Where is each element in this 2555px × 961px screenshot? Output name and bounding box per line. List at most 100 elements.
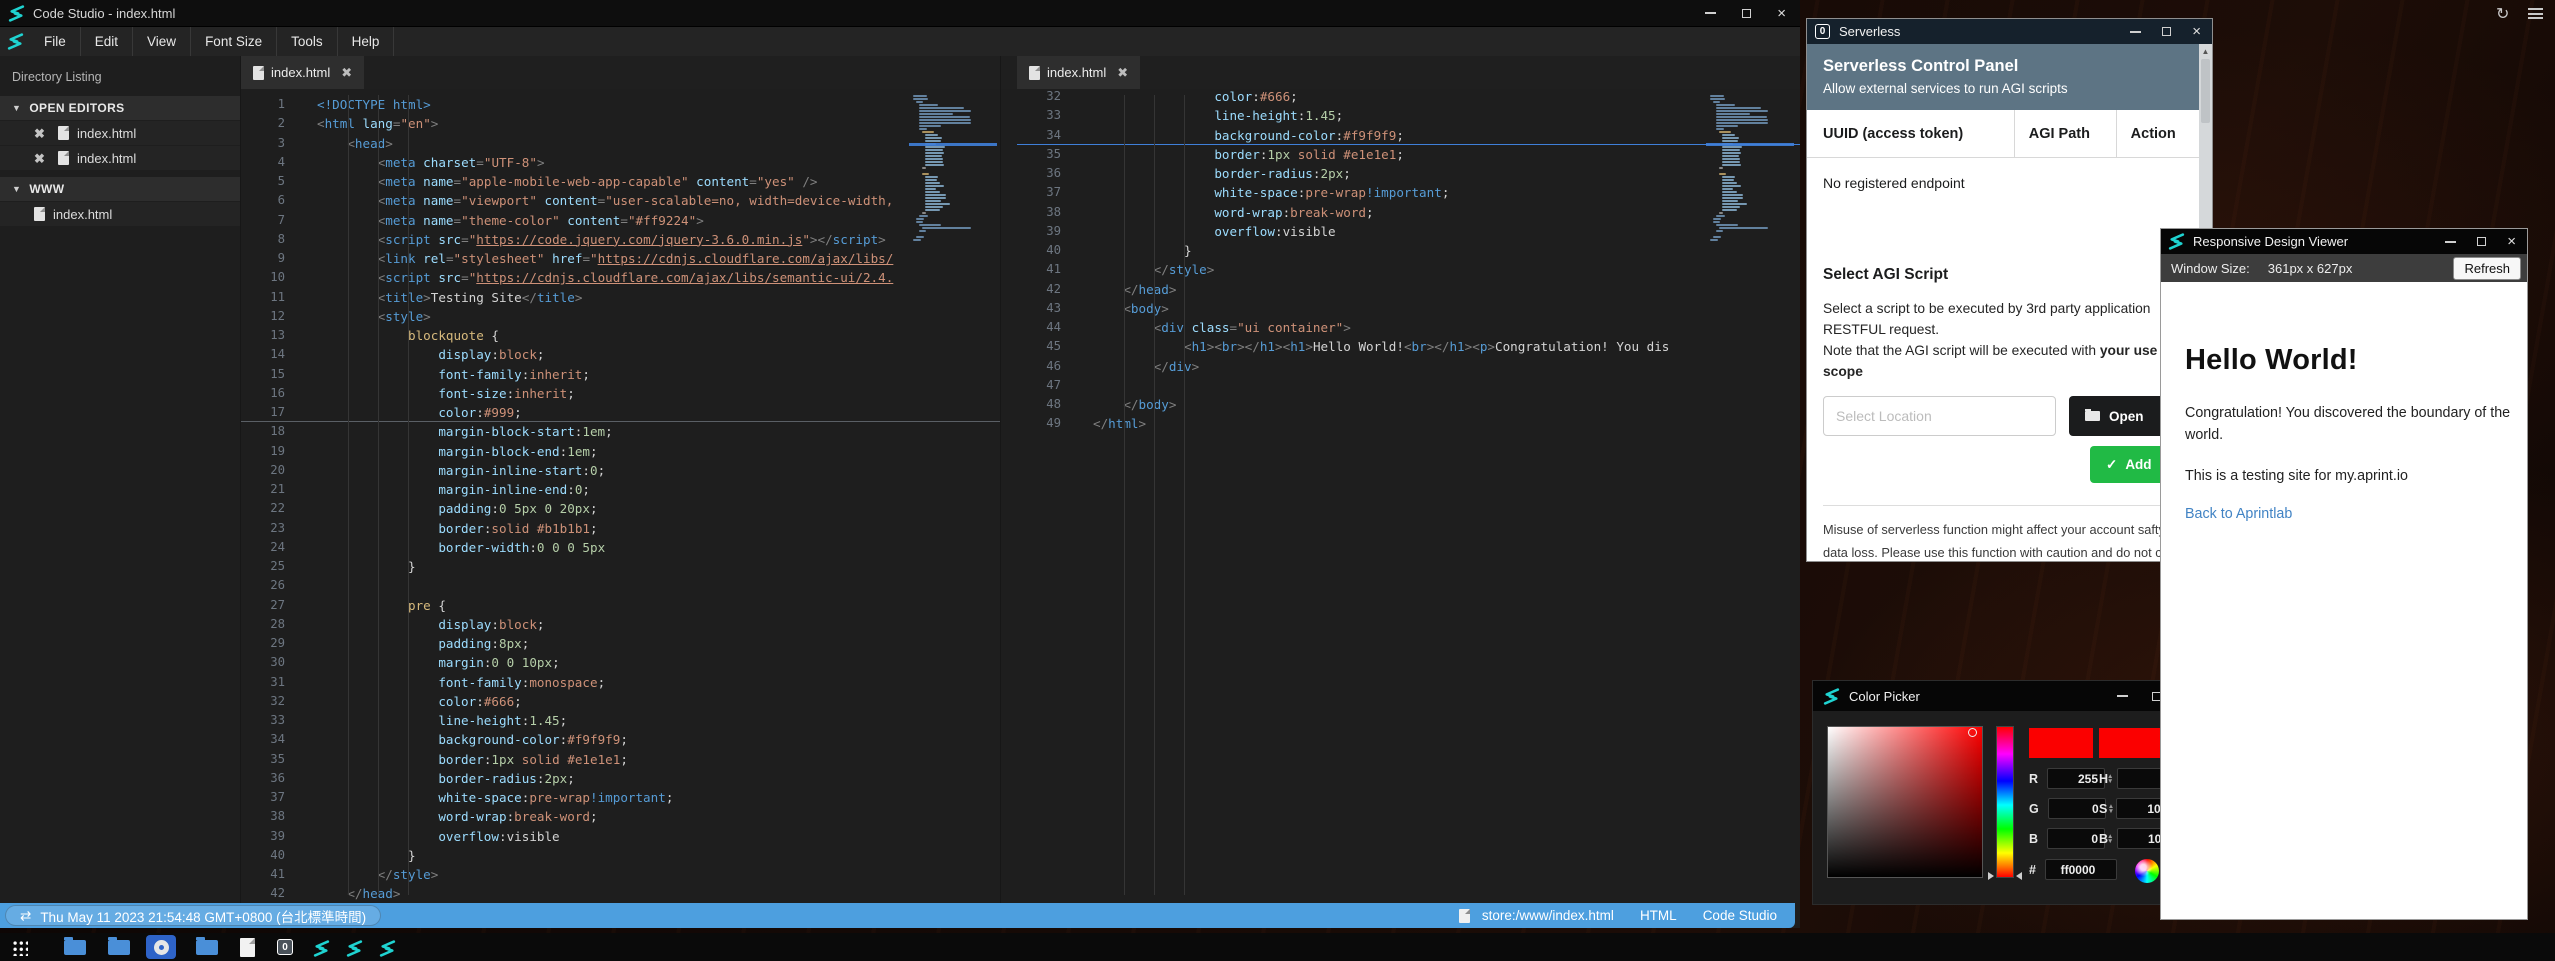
hue-marker-left-icon[interactable] [1988, 872, 1994, 880]
code-lines[interactable]: 32 color:#666;33 line-height:1.45;34 bac… [1017, 89, 1800, 434]
script-location-input[interactable] [1823, 396, 2056, 436]
folder-icon[interactable] [108, 940, 130, 955]
code-line[interactable]: 35 border:1px solid #e1e1e1; [1017, 145, 1800, 164]
code-line[interactable]: 25 } [241, 557, 1000, 576]
status-language[interactable]: HTML [1640, 908, 1677, 923]
code-line[interactable]: 9 <link rel="stylesheet" href="https://c… [241, 249, 1000, 268]
hex-input[interactable]: ff0000 [2045, 859, 2117, 880]
code-line[interactable]: 23 border:solid #b1b1b1; [241, 519, 1000, 538]
code-line[interactable]: 34 background-color:#f9f9f9; [1017, 126, 1800, 145]
refresh-icon[interactable]: ↻ [2496, 4, 2509, 24]
code-line[interactable]: 18 margin-block-start:1em; [241, 422, 1000, 441]
code-line[interactable]: 15 font-family:inherit; [241, 365, 1000, 384]
maximize-icon[interactable] [2162, 27, 2171, 36]
scrollbar-thumb[interactable] [2201, 59, 2210, 123]
code-line[interactable]: 32 color:#666; [241, 692, 1000, 711]
saturation-value-field[interactable] [1827, 726, 1983, 878]
code-line[interactable]: 44 <div class="ui container"> [1017, 318, 1800, 337]
code-line[interactable]: 20 margin-inline-start:0; [241, 461, 1000, 480]
tab-index-html[interactable]: index.html ✖ [1017, 56, 1140, 89]
code-line[interactable]: 40 } [241, 846, 1000, 865]
code-line[interactable]: 11 <title>Testing Site</title> [241, 288, 1000, 307]
status-app-name[interactable]: Code Studio [1703, 908, 1777, 923]
menu-tools[interactable]: Tools [277, 27, 338, 56]
close-icon[interactable]: ✖ [1117, 65, 1128, 81]
code-line[interactable]: 38 word-wrap:break-word; [241, 807, 1000, 826]
back-to-aprintlab-link[interactable]: Back to Aprintlab [2185, 506, 2513, 522]
code-line[interactable]: 42 </head> [241, 884, 1000, 903]
minimap[interactable] [1710, 95, 1790, 242]
close-icon[interactable]: × [1777, 6, 1786, 21]
code-line[interactable]: 16 font-size:inherit; [241, 384, 1000, 403]
code-line[interactable]: 39 overflow:visible [241, 827, 1000, 846]
code-line[interactable]: 33 line-height:1.45; [1017, 106, 1800, 125]
code-line[interactable]: 41 </style> [241, 865, 1000, 884]
tab-index-html[interactable]: index.html ✖ [241, 56, 364, 89]
code-line[interactable]: 37 white-space:pre-wrap!important; [241, 788, 1000, 807]
close-icon[interactable]: × [2192, 24, 2201, 39]
file-tree-item[interactable]: index.html [0, 202, 240, 226]
code-line[interactable]: 30 margin:0 0 10px; [241, 653, 1000, 672]
menu-font-size[interactable]: Font Size [191, 27, 277, 56]
code-studio-app-icon[interactable] [346, 939, 363, 956]
code-line[interactable]: 22 padding:0 5px 0 20px; [241, 499, 1000, 518]
code-line[interactable]: 36 border-radius:2px; [241, 769, 1000, 788]
code-editor[interactable]: 32 color:#666;33 line-height:1.45;34 bac… [1001, 89, 1800, 903]
menu-view[interactable]: View [133, 27, 191, 56]
code-line[interactable]: 45 <h1><br></h1><h1>Hello World!<br></h1… [1017, 337, 1800, 356]
menu-help[interactable]: Help [338, 27, 395, 56]
serverless-app-icon[interactable]: 0 [277, 939, 293, 955]
code-line[interactable]: 37 white-space:pre-wrap!important; [1017, 183, 1800, 202]
code-line[interactable]: 14 display:block; [241, 345, 1000, 364]
code-editor[interactable]: 1<!DOCTYPE html>2<html lang="en">3 <head… [241, 89, 1000, 903]
open-editor-item[interactable]: ✖ index.html [0, 121, 240, 145]
code-studio-app-icon[interactable] [313, 939, 330, 956]
red-input[interactable]: 255 [2047, 768, 2105, 789]
minimap[interactable] [913, 95, 993, 242]
blue-input[interactable]: 0 [2047, 828, 2105, 849]
close-icon[interactable]: ✖ [341, 65, 352, 81]
color-wheel-icon[interactable] [2135, 859, 2159, 883]
code-line[interactable]: 48 </body> [1017, 395, 1800, 414]
code-line[interactable]: 27 pre { [241, 596, 1000, 615]
datetime-badge[interactable]: ⇄ Thu May 11 2023 21:54:48 GMT+0800 (台北標… [5, 905, 381, 926]
code-line[interactable]: 24 border-width:0 0 0 5px [241, 538, 1000, 557]
minimize-icon[interactable] [2445, 241, 2456, 243]
code-line[interactable]: 31 font-family:monospace; [241, 673, 1000, 692]
menu-file[interactable]: File [30, 27, 81, 56]
document-icon[interactable] [240, 938, 255, 957]
sidebar-section-www[interactable]: ▼ WWW [0, 177, 240, 201]
disc-search-icon[interactable] [146, 935, 176, 959]
code-line[interactable]: 5 <meta name="apple-mobile-web-app-capab… [241, 172, 1000, 191]
code-line[interactable]: 40 } [1017, 241, 1800, 260]
refresh-button[interactable]: Refresh [2453, 257, 2521, 280]
close-icon[interactable]: ✖ [34, 152, 48, 165]
code-line[interactable]: 17 color:#999; [241, 403, 1000, 422]
code-line[interactable]: 36 border-radius:2px; [1017, 164, 1800, 183]
code-studio-app-icon[interactable] [379, 939, 396, 956]
minimize-icon[interactable] [2117, 695, 2128, 697]
code-line[interactable]: 26 [241, 576, 1000, 595]
code-line[interactable]: 2<html lang="en"> [241, 114, 1000, 133]
code-line[interactable]: 10 <script src="https://cdnjs.cloudflare… [241, 268, 1000, 287]
close-icon[interactable]: ✖ [34, 127, 48, 140]
maximize-icon[interactable] [1742, 9, 1751, 18]
code-line[interactable]: 34 background-color:#f9f9f9; [241, 730, 1000, 749]
code-line[interactable]: 4 <meta charset="UTF-8"> [241, 153, 1000, 172]
code-line[interactable]: 33 line-height:1.45; [241, 711, 1000, 730]
code-line[interactable]: 46 </div> [1017, 357, 1800, 376]
code-line[interactable]: 43 <body> [1017, 299, 1800, 318]
menu-edit[interactable]: Edit [81, 27, 133, 56]
open-editor-item[interactable]: ✖ index.html [0, 146, 240, 170]
code-line[interactable]: 38 word-wrap:break-word; [1017, 203, 1800, 222]
folder-icon[interactable] [64, 940, 86, 955]
minimize-icon[interactable] [1705, 12, 1716, 14]
app-launcher-icon[interactable] [11, 939, 28, 956]
status-file-path[interactable]: store:/www/index.html [1482, 908, 1614, 923]
green-input[interactable]: 0 [2048, 798, 2106, 819]
close-icon[interactable]: × [2507, 234, 2516, 249]
code-line[interactable]: 35 border:1px solid #e1e1e1; [241, 750, 1000, 769]
code-line[interactable]: 29 padding:8px; [241, 634, 1000, 653]
code-line[interactable]: 6 <meta name="viewport" content="user-sc… [241, 191, 1000, 210]
hue-slider[interactable] [1996, 726, 2014, 878]
